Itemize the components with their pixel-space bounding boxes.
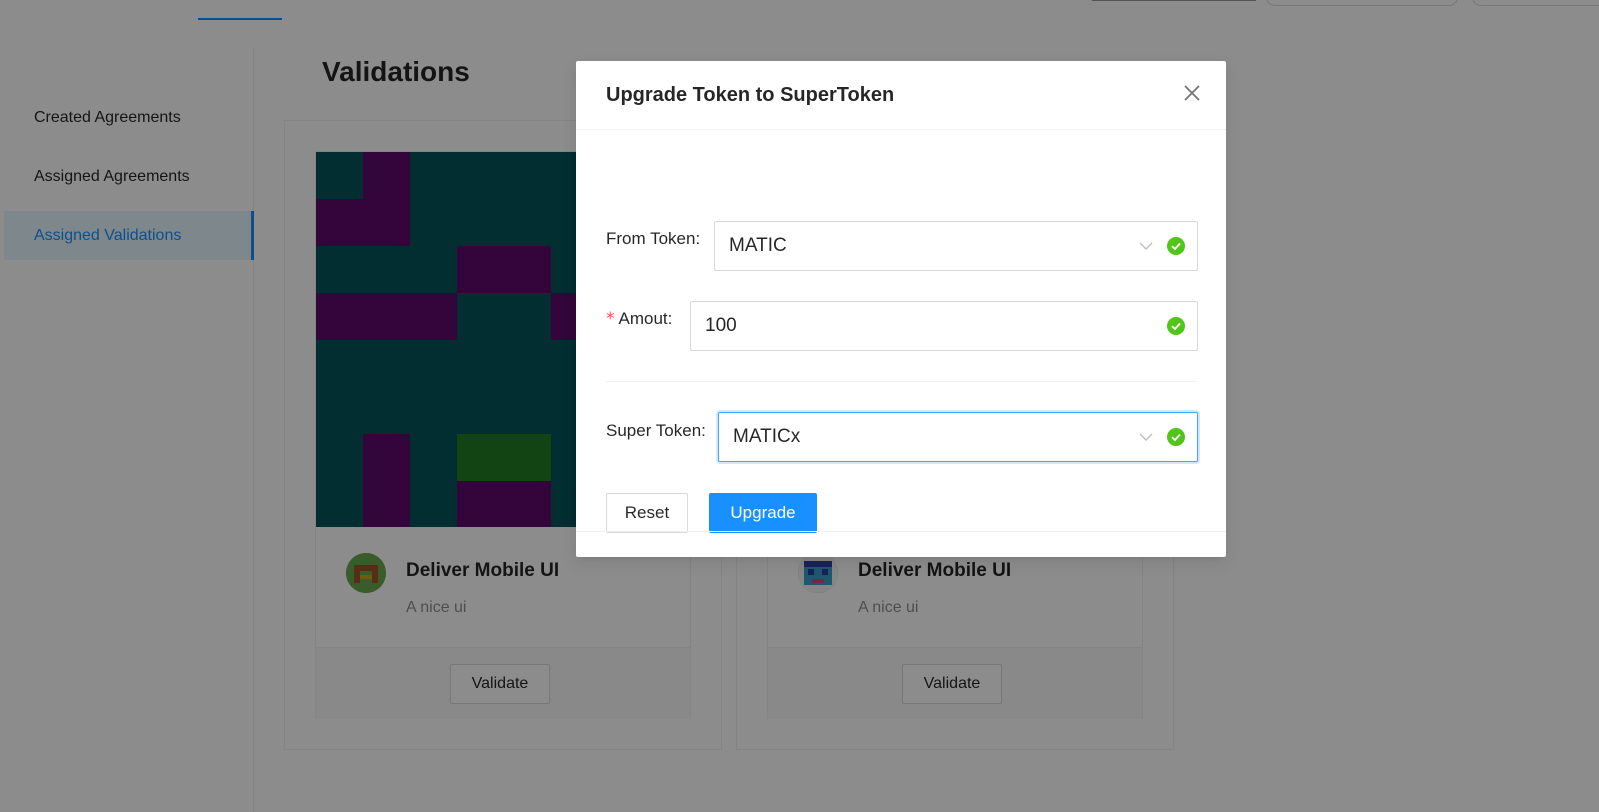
check-circle-icon [1167, 237, 1185, 255]
modal-title: Upgrade Token to SuperToken [606, 84, 895, 106]
upgrade-button[interactable]: Upgrade [709, 493, 817, 533]
amount-input[interactable]: 100 [690, 301, 1198, 351]
super-token-value: MATICx [733, 426, 801, 447]
modal-header: Upgrade Token to SuperToken [576, 61, 1226, 130]
upgrade-token-modal: Upgrade Token to SuperToken From Token: … [576, 61, 1226, 557]
super-token-select[interactable]: MATICx [718, 412, 1198, 462]
chevron-down-icon [1139, 430, 1153, 444]
from-token-select[interactable]: MATIC [714, 221, 1198, 271]
close-icon [1183, 84, 1201, 107]
reset-button[interactable]: Reset [606, 493, 688, 533]
check-circle-icon [1167, 428, 1185, 446]
amount-value: 100 [705, 315, 737, 336]
form-divider [606, 381, 1196, 382]
from-token-value: MATIC [729, 235, 787, 256]
chevron-down-icon [1139, 239, 1153, 253]
modal-footer [576, 531, 1226, 557]
amount-label: * Amout: [606, 309, 673, 329]
close-button[interactable] [1174, 77, 1210, 113]
modal-body: From Token: MATIC * Amout: 100 Super Toke… [576, 130, 1226, 533]
required-mark: * [606, 309, 615, 329]
check-circle-icon [1167, 317, 1185, 335]
from-token-label: From Token: [606, 229, 701, 248]
super-token-label: Super Token: [606, 421, 706, 440]
